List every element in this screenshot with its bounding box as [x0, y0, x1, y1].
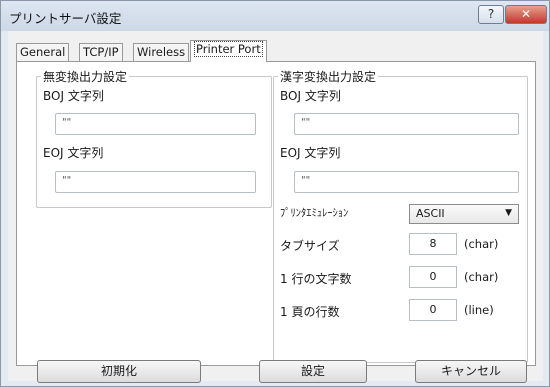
tab-size-label: タブサイズ — [280, 239, 340, 253]
help-button[interactable]: ? — [478, 5, 504, 24]
chars-per-line-input[interactable]: 0 — [409, 266, 457, 288]
tab-panel-printer-port: 無変換出力設定 BOJ 文字列 "" EOJ 文字列 "" 漢字変換出力設定 B… — [16, 61, 536, 366]
raw-eoj-input[interactable]: "" — [55, 171, 256, 193]
kanji-eoj-input[interactable]: "" — [294, 171, 519, 193]
chars-per-line-unit: (char) — [464, 270, 499, 284]
raw-eoj-label: EOJ 文字列 — [43, 146, 104, 160]
kanji-output-group: 漢字変換出力設定 BOJ 文字列 "" EOJ 文字列 "" ﾌﾟﾘﾝﾀｴﾐｭﾚ… — [273, 68, 528, 363]
raw-boj-label: BOJ 文字列 — [43, 89, 104, 103]
raw-boj-input[interactable]: "" — [55, 113, 256, 135]
help-icon: ? — [487, 7, 495, 21]
lines-per-page-input[interactable]: 0 — [409, 299, 457, 321]
kanji-boj-input[interactable]: "" — [294, 113, 519, 135]
tab-size-unit: (char) — [464, 237, 499, 251]
tab-tcpip[interactable]: TCP/IP — [79, 43, 123, 61]
tab-tcpip-label: TCP/IP — [83, 45, 119, 59]
printer-emulation-value: ASCII — [416, 207, 445, 220]
title-bar[interactable]: プリントサーバ設定 ? ✕ — [1, 1, 549, 31]
kanji-output-legend: 漢字変換出力設定 — [278, 68, 379, 85]
printer-emulation-select[interactable]: ASCII ▼ — [409, 204, 519, 224]
close-button[interactable]: ✕ — [505, 5, 547, 24]
tab-wireless[interactable]: Wireless — [133, 43, 190, 61]
chars-per-line-label: 1 行の文字数 — [280, 272, 352, 286]
tab-size-input[interactable]: 8 — [409, 233, 457, 255]
dialog-window: プリントサーバ設定 ? ✕ General TCP/IP Wireless Pr… — [0, 0, 550, 387]
chevron-down-icon: ▼ — [505, 208, 512, 218]
close-icon: ✕ — [520, 7, 532, 21]
kanji-eoj-label: EOJ 文字列 — [280, 146, 341, 160]
tab-general[interactable]: General — [16, 43, 70, 61]
cancel-button[interactable]: キャンセル — [415, 360, 527, 383]
lines-per-page-unit: (line) — [464, 303, 494, 317]
printer-emulation-label: ﾌﾟﾘﾝﾀｴﾐｭﾚｰｼｮﾝ — [280, 207, 349, 219]
lines-per-page-label: 1 頁の行数 — [280, 305, 340, 319]
tab-printer-port[interactable]: Printer Port — [190, 40, 267, 62]
window-title: プリントサーバ設定 — [9, 11, 122, 26]
tab-wireless-label: Wireless — [137, 45, 186, 59]
apply-button[interactable]: 設定 — [259, 360, 367, 383]
dialog-client: General TCP/IP Wireless Printer Port 無変換… — [8, 31, 543, 381]
raw-output-legend: 無変換出力設定 — [41, 68, 130, 85]
kanji-boj-label: BOJ 文字列 — [280, 89, 341, 103]
tab-printer-port-label: Printer Port — [194, 41, 263, 57]
tab-general-label: General — [20, 45, 66, 59]
raw-output-group: 無変換出力設定 BOJ 文字列 "" EOJ 文字列 "" — [36, 68, 272, 208]
initialize-button[interactable]: 初期化 — [37, 360, 201, 383]
